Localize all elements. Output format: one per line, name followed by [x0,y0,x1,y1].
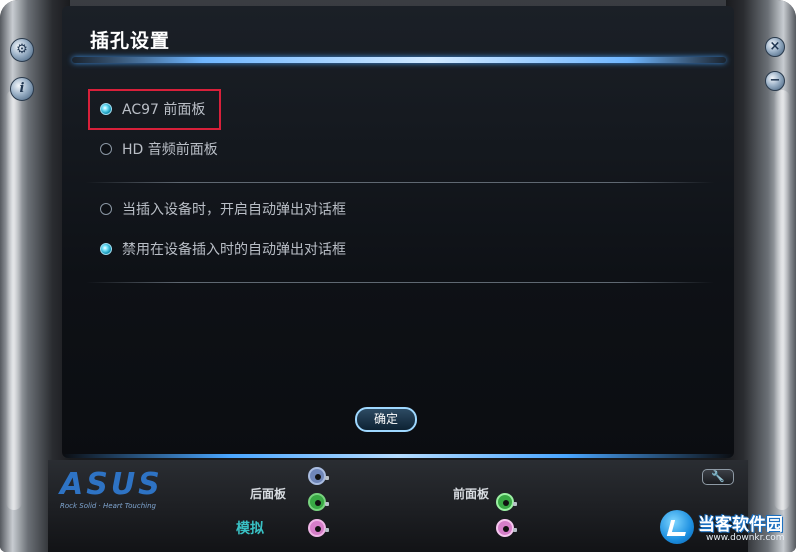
left-rail-shine [6,90,22,510]
settings-gear-icon[interactable]: ⚙ [10,38,34,62]
radio-ac97-front-panel[interactable]: AC97 前面板 [100,99,205,119]
option-label: 禁用在设备插入时的自动弹出对话框 [122,242,346,258]
radio-disable-auto-popup[interactable]: 禁用在设备插入时的自动弹出对话框 [100,239,346,259]
back-jack-blue-icon[interactable] [308,467,329,485]
dialog-title: 插孔设置 [90,30,171,52]
watermark-title: 当客软件园 [698,515,783,535]
ok-button[interactable]: 确定 [355,407,417,432]
analog-label: 模拟 [236,521,264,537]
right-rail-shine [774,90,790,510]
minimize-icon[interactable]: − [765,71,785,91]
section-divider [86,182,714,183]
radio-button-icon[interactable] [100,203,112,215]
asus-logo: ASUS Rock Solid · Heart Touching [60,467,168,511]
close-icon[interactable]: × [765,37,785,57]
brand-name: ASUS [60,467,163,502]
front-jack-green-icon[interactable] [496,493,517,511]
radio-button-icon[interactable] [100,143,112,155]
title-divider [72,57,726,63]
option-label: 当插入设备时，开启自动弹出对话框 [122,202,346,218]
bottom-glow-line [62,454,734,458]
wrench-settings-icon[interactable]: 🔧 [702,469,734,485]
watermark-logo-icon [660,510,694,544]
radio-button-icon[interactable] [100,243,112,255]
front-jack-pink-icon[interactable] [496,519,517,537]
back-jack-green-icon[interactable] [308,493,329,511]
info-icon[interactable]: i [10,77,34,101]
watermark-url: www.downkr.com [706,533,785,543]
back-panel-label: 后面板 [250,487,287,501]
radio-hd-audio-front-panel[interactable]: HD 音频前面板 [100,139,218,159]
section-divider [86,282,714,283]
option-label: AC97 前面板 [122,102,206,118]
content-panel [62,6,734,458]
option-label: HD 音频前面板 [122,142,218,158]
front-panel-label: 前面板 [453,487,490,501]
radio-enable-auto-popup[interactable]: 当插入设备时，开启自动弹出对话框 [100,199,346,219]
radio-button-icon[interactable] [100,103,112,115]
back-jack-pink-icon[interactable] [308,519,329,537]
watermark: 当客软件园 www.downkr.com [660,506,796,552]
brand-tagline: Rock Solid · Heart Touching [60,502,156,510]
